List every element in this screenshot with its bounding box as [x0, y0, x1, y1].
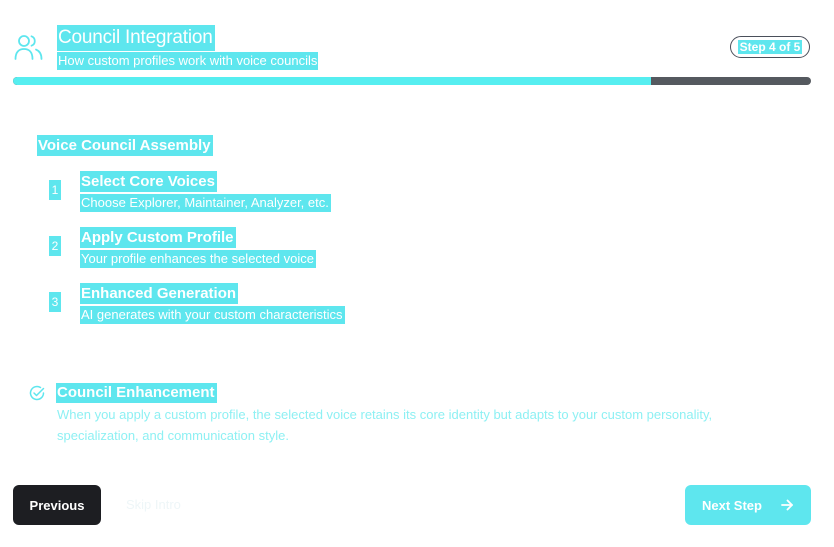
progress-bar-fill	[13, 77, 652, 85]
step-description: Choose Explorer, Maintainer, Analyzer, e…	[80, 194, 331, 212]
page-title: Council Integration	[57, 25, 215, 51]
step-badge: Step 4 of 5	[730, 36, 810, 58]
step-number: 1	[49, 180, 61, 200]
previous-button-label: Previous	[29, 497, 85, 513]
previous-button[interactable]: Previous	[13, 485, 101, 525]
page-subtitle: How custom profiles work with voice coun…	[57, 52, 319, 70]
section-title: Voice Council Assembly	[37, 135, 213, 156]
step-number: 2	[49, 236, 61, 256]
step-title: Enhanced Generation	[80, 283, 239, 304]
arrow-right-icon	[781, 499, 793, 511]
progress-bar	[13, 77, 811, 85]
step-number: 3	[49, 292, 61, 312]
step-title: Apply Custom Profile	[80, 227, 236, 248]
step-badge-label: Step 4 of 5	[737, 40, 803, 54]
next-step-button[interactable]: Next Step	[685, 485, 811, 525]
users-icon	[14, 35, 43, 60]
enhancement-title: Council Enhancement	[56, 383, 217, 403]
step-description: AI generates with your custom characteri…	[80, 306, 345, 324]
skip-intro-link[interactable]: Skip Intro	[126, 495, 181, 515]
enhancement-description: When you apply a custom profile, the sel…	[57, 407, 713, 443]
check-circle-icon	[29, 385, 45, 401]
step-title: Select Core Voices	[80, 171, 217, 192]
step-description: Your profile enhances the selected voice	[80, 250, 316, 268]
next-step-button-label: Next Step	[702, 497, 762, 513]
